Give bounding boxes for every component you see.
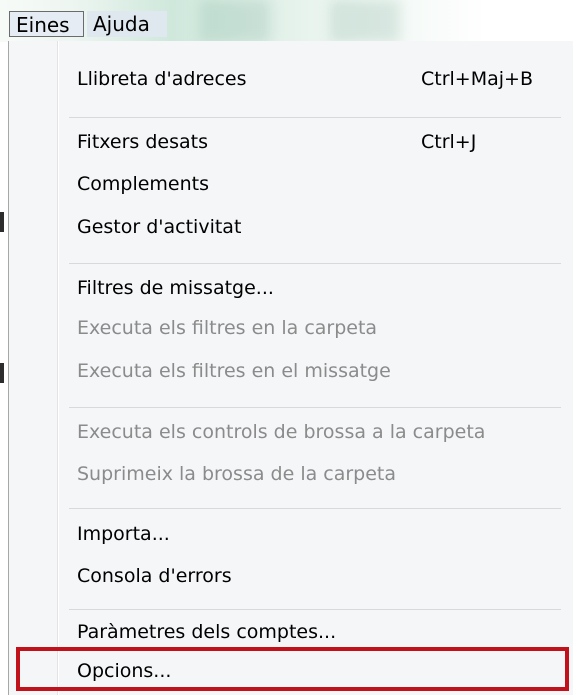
menu-item-run-filters-folder: Executa els filtres en la carpeta [9, 309, 573, 347]
menu-item-run-junk-controls: Executa els controls de brossa a la carp… [9, 413, 573, 451]
menu-item-run-filters-message: Executa els filtres en el missatge [9, 352, 573, 390]
menu-item-message-filters[interactable]: Filtres de missatge... [9, 269, 573, 307]
menu-item-error-console[interactable]: Consola d'errors [9, 557, 573, 595]
menu-item-label: Paràmetres dels comptes... [77, 621, 337, 643]
menu-item-label: Executa els controls de brossa a la carp… [77, 421, 486, 443]
menu-item-saved-files[interactable]: Fitxers desats Ctrl+J [9, 123, 573, 161]
menubar-eines[interactable]: Eines [9, 11, 84, 37]
menu-separator [69, 609, 561, 610]
menu-item-label: Gestor d'activitat [77, 216, 242, 238]
menubar-ajuda[interactable]: Ajuda [87, 11, 167, 37]
menu-item-label: Fitxers desats [77, 131, 209, 153]
menu-item-shortcut: Ctrl+Maj+B [421, 68, 533, 90]
menu-item-label: Complements [77, 173, 210, 195]
menu-item-delete-junk: Suprimeix la brossa de la carpeta [9, 455, 573, 493]
menu-item-label: Executa els filtres en la carpeta [77, 317, 378, 339]
menu-item-account-settings[interactable]: Paràmetres dels comptes... [9, 613, 573, 651]
menu-item-activity-manager[interactable]: Gestor d'activitat [9, 208, 573, 246]
background-edge [0, 363, 4, 383]
menu-separator [69, 508, 561, 509]
menu-item-label: Llibreta d'adreces [77, 68, 247, 90]
menu-bar: Eines Ajuda [0, 0, 573, 42]
menu-item-import[interactable]: Importa... [9, 515, 573, 553]
menu-item-label: Suprimeix la brossa de la carpeta [77, 463, 397, 485]
menu-item-label: Importa... [77, 523, 170, 545]
menu-item-label: Filtres de missatge... [77, 277, 274, 299]
menu-item-address-book[interactable]: Llibreta d'adreces Ctrl+Maj+B [9, 60, 573, 98]
menu-item-label: Consola d'errors [77, 565, 232, 587]
menu-item-add-ons[interactable]: Complements [9, 165, 573, 203]
options-highlight-box [16, 647, 569, 691]
background-blur [200, 0, 270, 42]
background-edge [0, 212, 4, 232]
background-blur [330, 0, 400, 42]
menu-separator [69, 117, 561, 118]
menu-separator [69, 263, 561, 264]
menu-separator [69, 407, 561, 408]
menu-item-shortcut: Ctrl+J [421, 131, 477, 153]
menu-item-label: Executa els filtres en el missatge [77, 360, 391, 382]
tools-dropdown-menu: Llibreta d'adreces Ctrl+Maj+B Fitxers de… [8, 41, 573, 695]
